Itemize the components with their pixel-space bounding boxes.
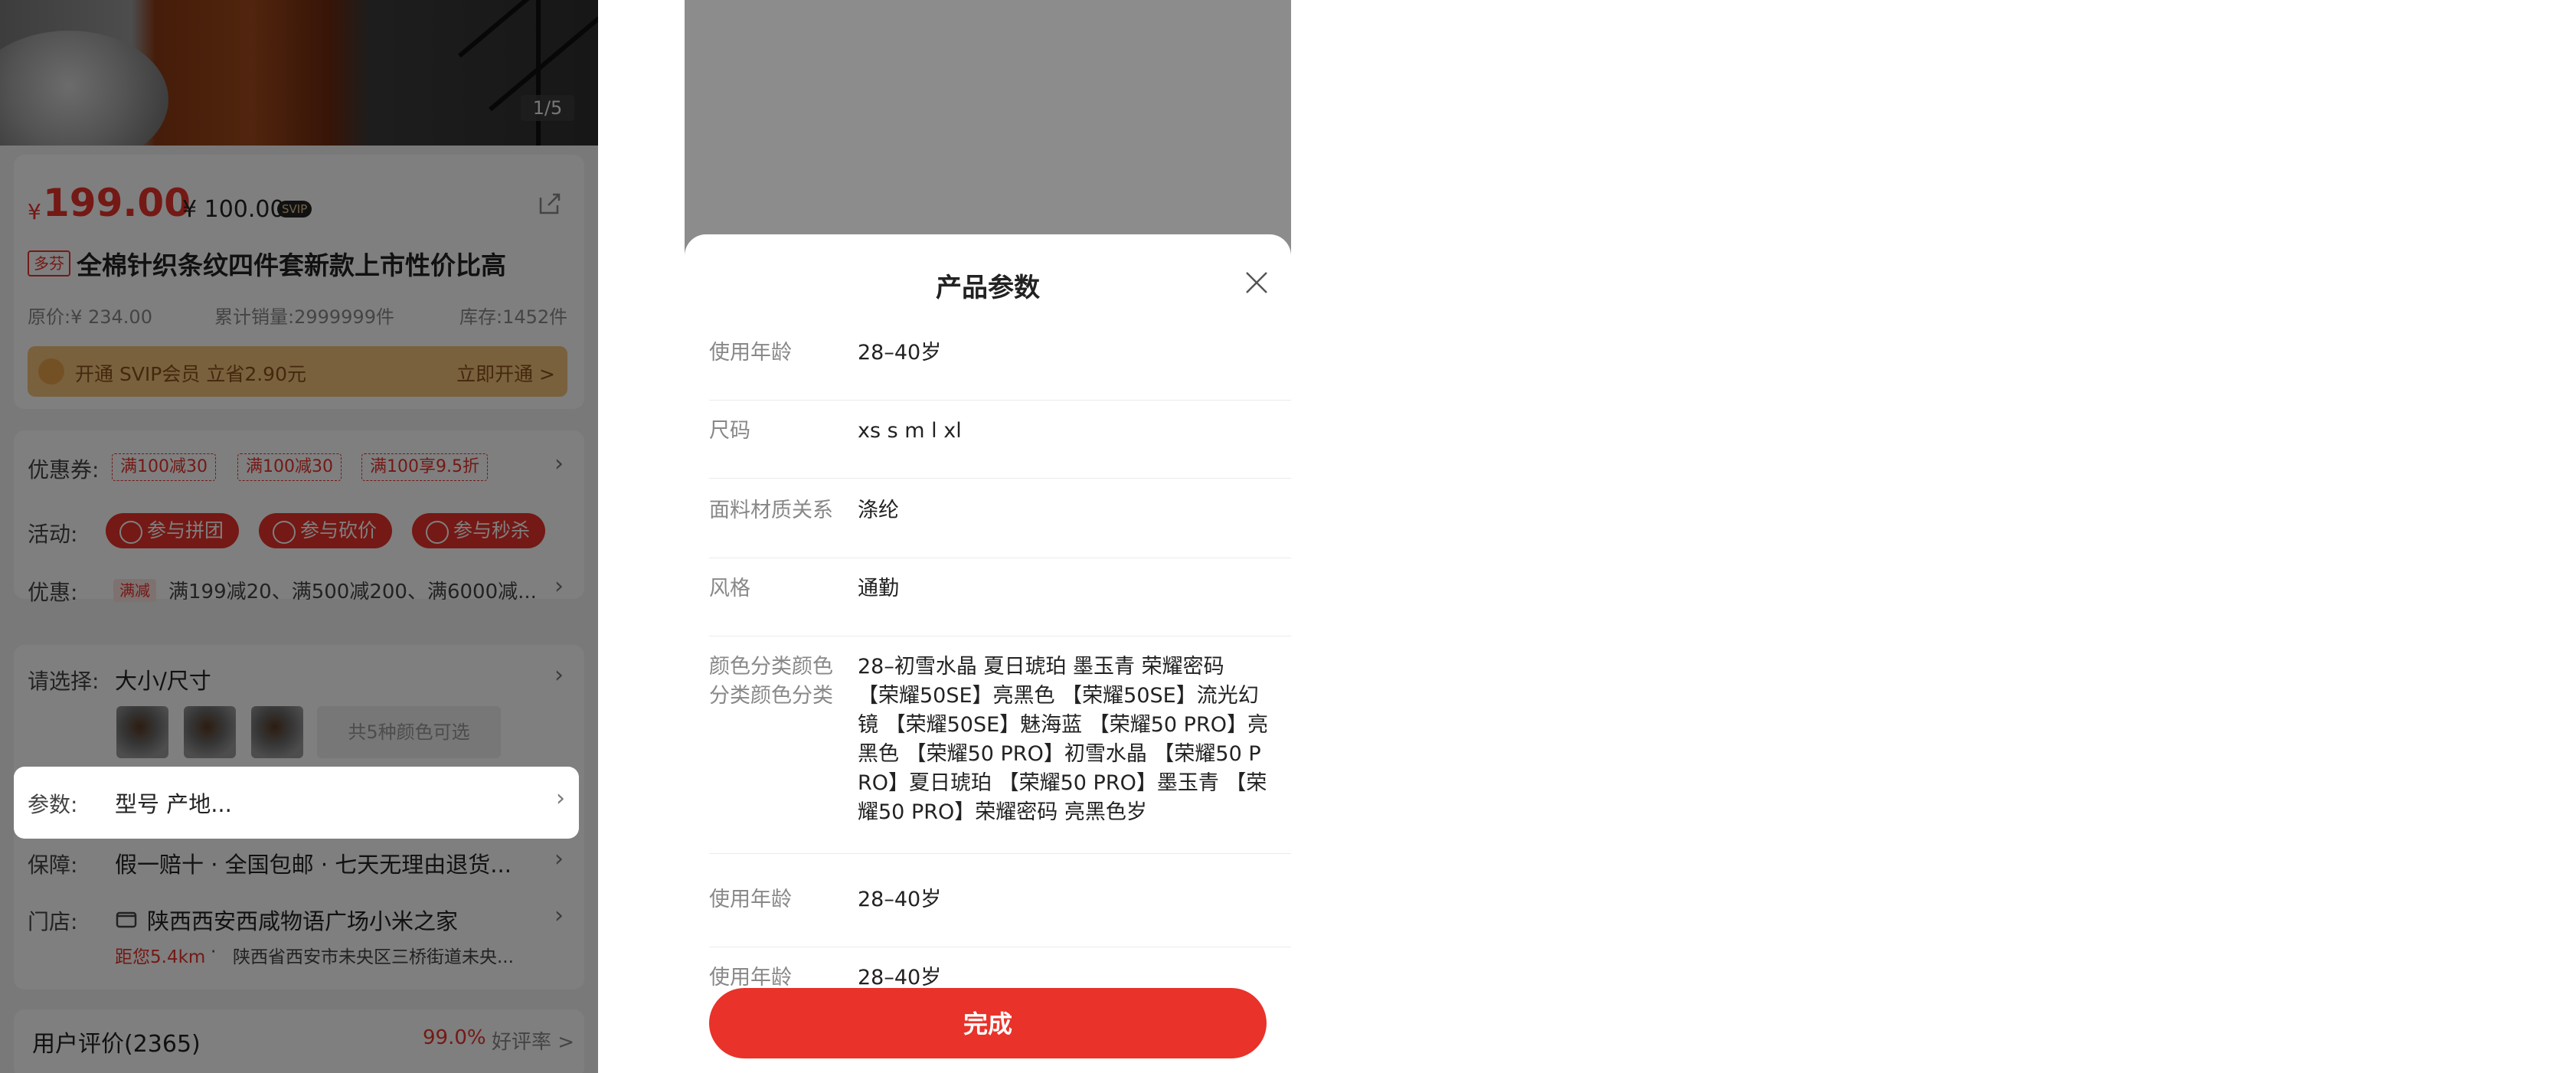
spec-value: 通勤 (858, 577, 899, 600)
spec-row: 尺码 xs s m l xl (709, 412, 1291, 479)
spec-row: 风格 通勤 (709, 570, 1291, 636)
spec-label: 风格 (709, 577, 750, 600)
spec-label: 使用年龄 (709, 341, 792, 365)
close-icon[interactable] (1244, 270, 1270, 296)
spec-value: 涤纶 (858, 499, 899, 522)
spec-label: 面料材质关系 (709, 499, 833, 522)
spec-row: 颜色分类颜色分类颜色分类 28–初雪水晶 夏日琥珀 墨玉青 荣耀密码 【荣耀50… (709, 648, 1291, 854)
spec-label: 尺码 (709, 419, 750, 443)
modal-backdrop[interactable] (0, 0, 598, 1073)
spec-sheet: 产品参数 使用年龄 28–40岁 尺码 xs s m l xl 面料材质关系 涤… (685, 234, 1291, 1073)
param-value: 型号 产地... (115, 791, 232, 817)
spec-value: xs s m l xl (858, 419, 962, 443)
spec-value: 28–40岁 (858, 888, 942, 911)
spec-row: 面料材质关系 涤纶 (709, 492, 1291, 558)
spec-label: 使用年龄 (709, 888, 792, 911)
spec-label: 颜色分类颜色分类颜色分类 (709, 655, 833, 708)
spec-sheet-screen: 产品参数 使用年龄 28–40岁 尺码 xs s m l xl 面料材质关系 涤… (685, 0, 1291, 1073)
param-label: 参数: (28, 792, 78, 817)
chevron-right-icon: › (556, 785, 565, 812)
sheet-title: 产品参数 (936, 273, 1040, 303)
spec-row: 使用年龄 28–40岁 (709, 334, 1291, 401)
spec-value: 28–初雪水晶 夏日琥珀 墨玉青 荣耀密码 【荣耀50SE】亮黑色 【荣耀50S… (858, 655, 1268, 824)
spec-row: 使用年龄 28–40岁 (709, 881, 1291, 947)
product-detail-page: 1/5 ¥ 199.00 ¥ 100.00 SVIP 多芬 全棉针织条纹四件套新… (0, 0, 598, 1073)
done-button[interactable]: 完成 (709, 988, 1267, 1058)
param-row[interactable]: 参数: 型号 产地... › (14, 767, 579, 839)
spec-value: 28–40岁 (858, 341, 942, 365)
